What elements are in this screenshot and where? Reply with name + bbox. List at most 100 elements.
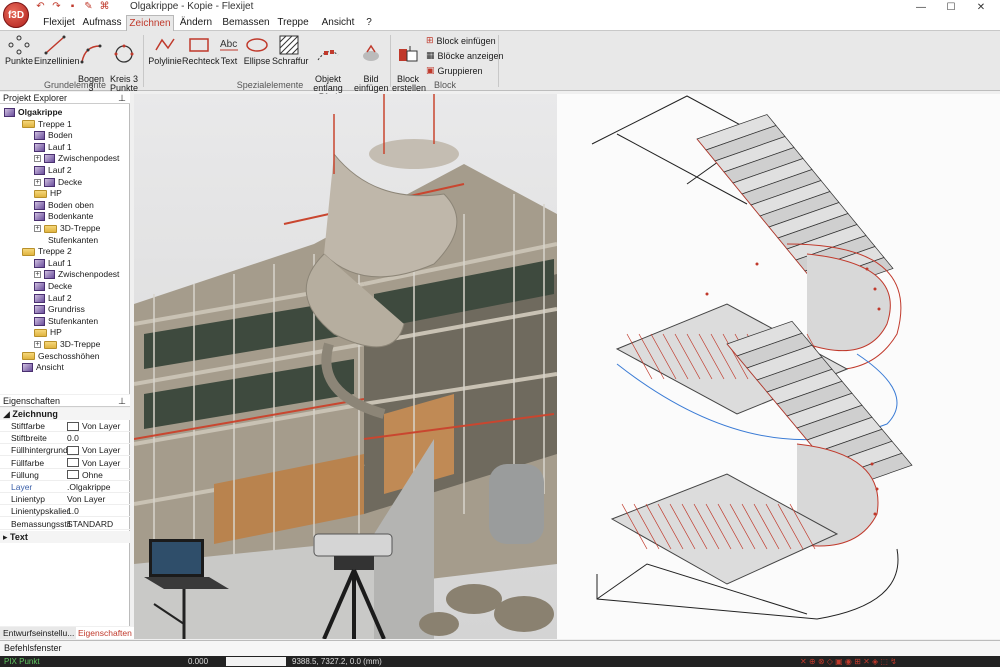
tree-item[interactable]: Decke [34,281,72,292]
tree-item[interactable]: Grundriss [34,304,85,315]
tree-item[interactable]: Treppe 1 [22,119,72,130]
property-value-cell[interactable]: STANDARD [67,518,113,530]
tab-aufmass[interactable]: Aufmass [80,15,124,31]
site-photo-view[interactable] [134,94,557,639]
block-create-button[interactable]: Block erstellen [392,33,426,102]
property-row[interactable]: Layer .Olgakrippe [0,481,130,493]
tab-ansicht[interactable]: Ansicht [318,15,358,31]
app-logo[interactable]: f3D [3,2,29,28]
tree-item[interactable]: Lauf 2 [34,165,72,176]
property-value-cell[interactable]: Von Layer [67,420,120,432]
tree-item[interactable]: Geschosshöhen [22,351,99,362]
window-title: Olgakrippe - Kopie - Flexijet [130,1,254,12]
property-key: Füllhintergrund [11,445,68,456]
expand-icon[interactable]: + [34,155,41,163]
tab-treppe[interactable]: Treppe [274,15,312,31]
tree-item[interactable]: HP [34,327,62,338]
status-input[interactable] [226,657,286,666]
arc-icon [76,42,106,66]
tree-item[interactable]: Treppe 2 [22,246,72,257]
tab-entwurfseinstellungen[interactable]: Entwurfseinstellu... [3,627,74,639]
tree-item-label: Geschosshöhen [38,350,100,361]
cad-drawing-view[interactable] [557,94,1000,639]
expand-icon[interactable]: + [34,271,41,279]
undo-icon[interactable]: ↶ [35,1,46,12]
tab-flexijet[interactable]: Flexijet [40,15,78,31]
property-row[interactable]: Füllfarbe Von Layer [0,457,130,469]
tab-help[interactable]: ? [362,15,376,31]
tree-item[interactable]: Bodenkante [34,211,93,222]
command-window[interactable]: Befehlsfenster [0,640,1000,656]
pin-icon[interactable]: ⊥ [118,92,126,104]
gamepad-icon[interactable]: ⌘ [99,1,110,12]
property-value-cell[interactable]: 1.0 [67,505,79,517]
expand-icon[interactable]: + [34,178,41,186]
property-row[interactable]: Stiftbreite 0.0 [0,432,130,445]
tree-item[interactable]: Lauf 2 [34,293,72,304]
tree-item[interactable]: Stufenkanten [34,316,98,327]
property-row[interactable]: Füllung Ohne [0,469,130,481]
expand-icon[interactable]: + [34,341,41,348]
layer-cube-icon [34,305,45,315]
property-value-cell[interactable]: 0.0 [67,432,79,444]
lines-button[interactable]: Einzellinien [34,33,80,66]
property-value: 0.0 [67,433,79,444]
block-insert-item[interactable]: ⊞ Block einfügen [426,35,496,46]
tree-item[interactable]: + Decke [34,177,82,188]
group-spezialelemente: Spezialelemente [236,80,304,90]
pin-icon[interactable]: ✎ [83,1,94,12]
redo-icon[interactable]: ↷ [51,1,62,12]
tree-item[interactable]: HP [34,188,62,199]
property-value-cell[interactable]: .Olgakrippe [67,481,110,493]
snap-icons[interactable]: ✕ ⊕ ⊗ ◇ ▣ ◉ ⊞ ✕ ◈ ⬚ ↯ [800,656,897,667]
property-row[interactable]: Füllhintergrund Von Layer [0,444,130,457]
property-value-cell[interactable]: Von Layer [67,457,120,469]
points-icon [4,33,34,57]
property-value-cell[interactable]: Von Layer [67,444,120,456]
tree-item[interactable]: + Zwischenpodest [34,153,119,164]
property-value-cell[interactable]: Von Layer [67,493,105,505]
properties-category-zeichnung[interactable]: ◢ Zeichnung [0,408,130,420]
tree-item[interactable]: Lauf 1 [34,258,72,269]
tree-item[interactable]: Lauf 1 [34,142,72,153]
tree-item[interactable]: Boden [34,130,73,141]
blocks-show-icon: ▦ [426,50,435,60]
tree-item[interactable]: + Zwischenpodest [34,269,119,280]
tree-item[interactable]: Olgakrippe [4,107,62,118]
rectangle-button[interactable]: Rechteck [182,33,220,66]
property-value-cell[interactable]: Ohne [67,469,103,481]
property-row[interactable]: Linientyp Von Layer [0,493,130,506]
pin-icon[interactable]: ⊥ [118,395,126,407]
image-insert-button[interactable]: Bild einfügen [354,33,389,102]
property-row[interactable]: Linientypskalier 1.0 [0,505,130,518]
close-icon[interactable]: ✕ [966,0,996,15]
minimize-icon[interactable]: — [906,0,936,15]
polyline-button[interactable]: Polylinie [148,33,182,66]
maximize-icon[interactable]: ☐ [936,0,966,15]
property-key: Linientyp [11,494,46,505]
tree-item[interactable]: +3D-Treppe [34,339,100,350]
tree-item-label: Lauf 2 [48,292,72,303]
tab-eigenschaften[interactable]: Eigenschaften [76,627,134,639]
text-button[interactable]: Abc Text [218,33,240,66]
tree-item[interactable]: Ansicht [22,362,64,373]
points-button[interactable]: Punkte [4,33,34,66]
hatch-button[interactable]: Schraffur [272,33,308,66]
blocks-show-item[interactable]: ▦ Blöcke anzeigen [426,50,504,61]
tree-item[interactable]: +3D-Treppe [34,223,100,234]
layer-cube-icon [34,200,45,210]
lines-label: Einzellinien [34,56,80,66]
tree-item[interactable]: Stufenkanten [34,235,98,246]
expand-icon[interactable]: + [34,225,41,232]
group-item[interactable]: ▣ Gruppieren [426,65,483,76]
category-label: Text [10,532,28,542]
tab-bemassen[interactable]: Bemassen [222,15,270,31]
tab-aendern[interactable]: Ändern [176,15,216,31]
property-row[interactable]: Bemassungsstil STANDARD [0,518,130,530]
properties-category-text[interactable]: ▸ Text [0,531,130,543]
property-row[interactable]: Stiftfarbe Von Layer [0,420,130,432]
tree-item[interactable]: Boden oben [34,200,94,211]
save-icon[interactable]: ▪ [67,1,78,12]
tab-zeichnen[interactable]: Zeichnen [126,15,174,31]
ellipse-button[interactable]: Ellipse [242,33,272,66]
